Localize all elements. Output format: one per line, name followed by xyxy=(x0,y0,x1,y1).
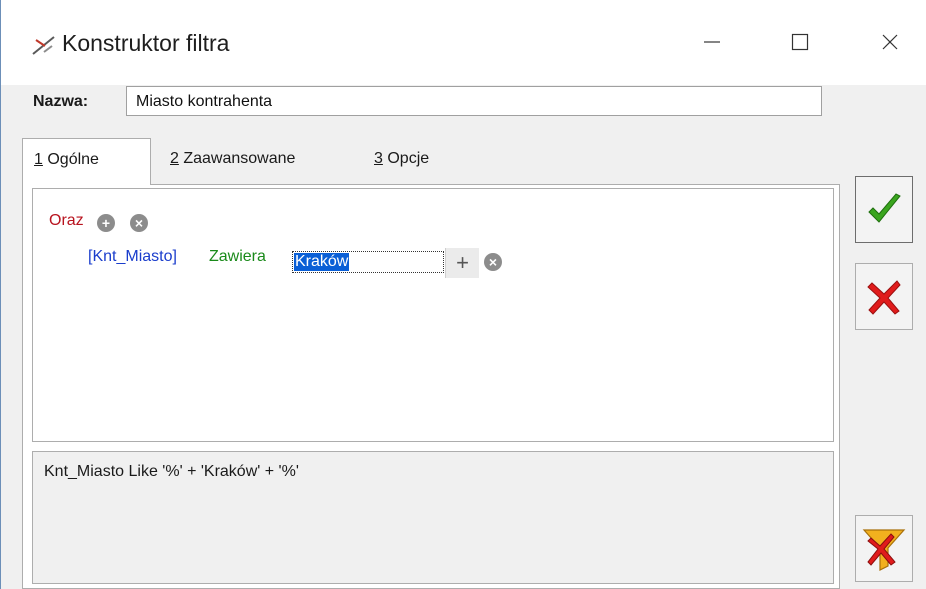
group-operator[interactable]: Oraz xyxy=(49,212,84,230)
checkmark-icon xyxy=(868,192,901,223)
funnel-clear-icon xyxy=(862,528,906,571)
maximize-button[interactable] xyxy=(777,20,823,64)
tab-advanced-label: Zaawansowane xyxy=(178,150,296,167)
filter-preview: Knt_Miasto Like '%' + 'Kraków' + '%' xyxy=(32,451,834,584)
tab-panel-general: Oraz + × [Knt_Miasto] Zawiera Kraków + ×… xyxy=(22,184,840,589)
tab-general[interactable]: 1 Ogólne xyxy=(22,138,151,185)
tab-options-label: Opcje xyxy=(382,150,430,167)
name-label: Nazwa: xyxy=(33,93,89,110)
filter-builder-window: Konstruktor filtra Nazwa: Miasto kontrah… xyxy=(0,0,926,589)
condition-operator[interactable]: Zawiera xyxy=(209,248,266,266)
minimize-button[interactable] xyxy=(689,20,735,64)
tab-options[interactable]: 3 Opcje xyxy=(374,148,429,170)
remove-condition-icon[interactable]: × xyxy=(484,253,502,271)
tab-general-hotkey: 1 xyxy=(34,151,43,168)
filter-expression: Knt_Miasto Like '%' + 'Kraków' + '%' xyxy=(44,463,299,480)
close-button[interactable] xyxy=(867,20,913,64)
tab-advanced-hotkey: 2 xyxy=(170,150,179,167)
window-border xyxy=(0,0,1,589)
tab-general-label: Ogólne xyxy=(42,151,99,168)
tab-options-hotkey: 3 xyxy=(374,150,383,167)
filter-wand-icon xyxy=(32,36,55,55)
red-x-icon xyxy=(867,279,901,315)
add-circle-icon[interactable]: + xyxy=(97,214,115,232)
plus-icon[interactable]: + xyxy=(445,248,479,278)
title-bar[interactable]: Konstruktor filtra xyxy=(1,0,926,85)
close-icon xyxy=(882,34,898,50)
ok-button[interactable] xyxy=(855,176,913,243)
name-input[interactable]: Miasto kontrahenta xyxy=(126,86,822,116)
cancel-button[interactable] xyxy=(855,263,913,330)
minimize-icon xyxy=(704,41,720,43)
remove-circle-icon[interactable]: × xyxy=(130,214,148,232)
clear-filter-button[interactable] xyxy=(855,515,913,582)
filter-editor[interactable]: Oraz + × [Knt_Miasto] Zawiera Kraków + × xyxy=(32,188,834,442)
condition-field[interactable]: [Knt_Miasto] xyxy=(88,248,177,266)
condition-value-input[interactable]: Kraków xyxy=(292,251,444,273)
window-title: Konstruktor filtra xyxy=(62,30,230,56)
tab-advanced[interactable]: 2 Zaawansowane xyxy=(170,148,295,170)
condition-value-text: Kraków xyxy=(294,253,350,271)
maximize-icon xyxy=(791,33,809,51)
